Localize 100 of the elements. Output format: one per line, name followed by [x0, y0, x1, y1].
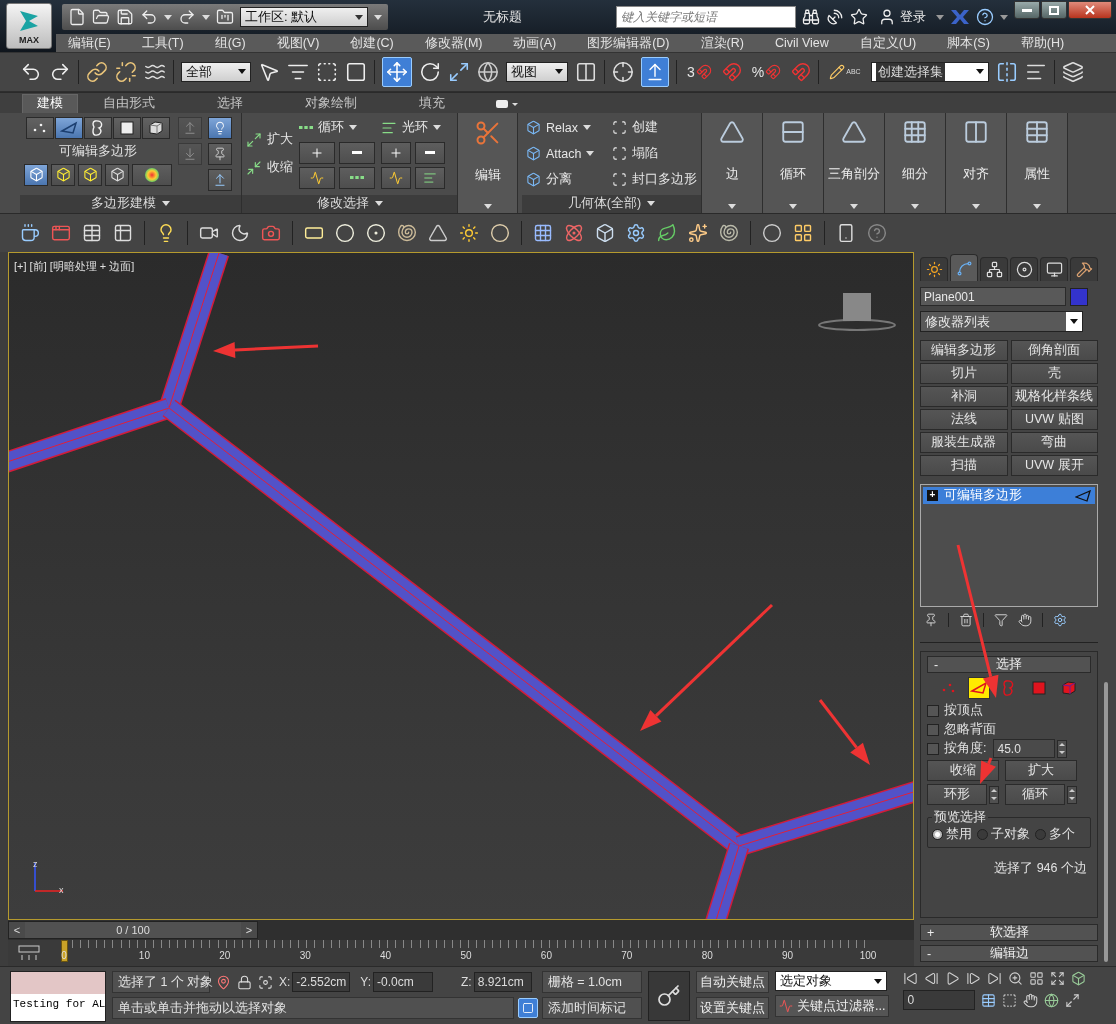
angle-field[interactable]: 45.0	[993, 739, 1056, 759]
menu-item[interactable]: 修改器(M)	[414, 34, 493, 52]
modifier-button[interactable]: 扫描	[920, 455, 1008, 477]
menu-item[interactable]: 编辑(E)	[58, 34, 121, 52]
modifier-stack-item[interactable]: + 可编辑多边形	[923, 487, 1095, 505]
shrink-button[interactable]: 收缩	[246, 156, 293, 179]
set-key-button[interactable]: 设置关键点	[696, 997, 769, 1020]
previous-frame-button[interactable]: <	[9, 922, 25, 939]
menu-item[interactable]: 图形编辑器(D)	[577, 34, 680, 52]
ribbon-large-button[interactable]: 循环	[763, 112, 824, 213]
menu-item[interactable]: 视图(V)	[266, 34, 330, 52]
ribbon-large-button[interactable]: 边	[702, 112, 763, 213]
frame-number: 80	[701, 950, 713, 962]
reference-coordinate-dropdown[interactable]: 视图	[506, 61, 568, 82]
axis-label: Z:	[461, 975, 472, 990]
menu-item[interactable]: 自定义(U)	[849, 34, 927, 52]
ribbon-large-button[interactable]: 细分	[885, 112, 946, 213]
modifier-button[interactable]: 编辑多边形	[920, 340, 1008, 362]
frame-number: 100	[859, 950, 877, 962]
search-field[interactable]: 键入关键字或短语	[616, 6, 796, 28]
rollout-header[interactable]: - 编辑边	[920, 945, 1098, 963]
modifier-button[interactable]: 规格化样条线	[1010, 386, 1098, 408]
expand-toggle[interactable]: +	[927, 490, 938, 502]
checkbox-label: 忽略背面	[944, 721, 996, 739]
group-title: 预览选择	[933, 809, 987, 827]
ring-button[interactable]: 环形	[927, 784, 987, 806]
geometry-command[interactable]: 创建	[612, 116, 697, 139]
geometry-command[interactable]: 封口多边形	[612, 168, 697, 191]
frame-number: 60	[540, 950, 552, 962]
modifier-button[interactable]: 倒角剖面	[1010, 340, 1098, 362]
axis-label: z	[33, 859, 38, 870]
script-listener-output[interactable]: Testing for AL	[11, 994, 105, 1021]
checkbox-label: 按角度:	[944, 740, 987, 758]
menu-item[interactable]: Civil View	[764, 36, 839, 50]
frame-number: 0	[61, 950, 67, 962]
frame-number: 50	[460, 950, 472, 962]
frame-number: 20	[219, 950, 231, 962]
modifier-name: 可编辑多边形	[944, 487, 1023, 505]
modifier-button[interactable]: 切片	[920, 363, 1008, 385]
sign-in-button[interactable]: 登录	[874, 8, 930, 26]
grow-button[interactable]: 扩大	[246, 128, 293, 151]
frame-number: 40	[380, 950, 392, 962]
coordinate-field[interactable]: -2.552cm	[292, 972, 351, 993]
coordinate-field[interactable]: 8.921cm	[473, 972, 532, 993]
checkbox-label: 按顶点	[944, 702, 983, 720]
next-frame-button[interactable]: >	[241, 922, 257, 939]
loop-button[interactable]: 循环	[1005, 784, 1065, 806]
panel-title[interactable]: 多边形建模	[20, 194, 241, 213]
menu-item[interactable]: 组(G)	[204, 34, 256, 52]
app-logo-button[interactable]: MAX	[6, 3, 52, 49]
ribbon-tab[interactable]: 自由形式	[88, 93, 170, 113]
menu-item[interactable]: 动画(A)	[503, 34, 567, 52]
grow-button[interactable]: 扩大	[1005, 760, 1077, 782]
object-name-field[interactable]: Plane001	[920, 287, 1066, 307]
selection-count: 选择了 1 个 对象	[112, 971, 210, 994]
modifier-button[interactable]: 法线	[920, 409, 1008, 431]
modifier-button[interactable]: UVW 贴图	[1010, 409, 1098, 431]
add-time-tag[interactable]: 添加时间标记	[542, 997, 642, 1020]
workspace-dropdown[interactable]: 工作区: 默认	[240, 7, 368, 27]
geometry-command[interactable]: Relax	[526, 116, 608, 139]
rollout-header[interactable]: + 软选择	[920, 924, 1098, 942]
menu-item[interactable]: 创建(C)	[340, 34, 404, 52]
modifier-button[interactable]: 壳	[1010, 363, 1098, 385]
ribbon-tab[interactable]: 建模	[22, 93, 78, 113]
geometry-command[interactable]: Attach	[526, 142, 608, 165]
menu-item[interactable]: 帮助(H)	[1010, 34, 1075, 52]
menu-item[interactable]: 脚本(S)	[937, 34, 1000, 52]
key-filters-button[interactable]: 关键点过滤器...	[775, 995, 890, 1018]
menu-item[interactable]: 工具(T)	[131, 34, 194, 52]
modifier-button[interactable]: 补洞	[920, 386, 1008, 408]
menu-item[interactable]: 渲染(R)	[690, 34, 754, 52]
key-mode-dropdown[interactable]: 选定对象	[775, 971, 887, 992]
panel-title[interactable]: 修改选择	[242, 194, 457, 213]
modifier-button[interactable]: 弯曲	[1010, 432, 1098, 454]
ribbon-tab[interactable]: 对象绘制	[290, 93, 372, 113]
geometry-command[interactable]: 塌陷	[612, 142, 697, 165]
rollout-header[interactable]: - 选择	[927, 656, 1091, 674]
geometry-command[interactable]: 分离	[526, 168, 608, 191]
ribbon-large-button[interactable]: 对齐	[946, 112, 1007, 213]
ring-dropdown[interactable]: 光环	[381, 116, 441, 139]
ribbon-tab[interactable]: 选择	[202, 93, 258, 113]
ribbon-large-button[interactable]: 三角剖分	[824, 112, 885, 213]
auto-key-button[interactable]: 自动关键点	[696, 971, 769, 994]
frame-field[interactable]: 0	[903, 990, 976, 1011]
panel-title[interactable]: 几何体(全部)	[522, 194, 701, 213]
coordinate-field[interactable]: -0.0cm	[373, 972, 434, 993]
selection-filter-dropdown[interactable]: 全部	[181, 61, 251, 82]
viewport[interactable]: [+] [前] [明暗处理 + 边面] z x	[8, 252, 914, 921]
edit-button[interactable]: 编辑	[458, 112, 518, 213]
named-selection-dropdown[interactable]: 创建选择集	[870, 61, 989, 82]
time-slider-thumb[interactable]: < 0 / 100 >	[8, 921, 258, 940]
modifier-button[interactable]: 服装生成器	[920, 432, 1008, 454]
percent-snap-button[interactable]: %	[748, 56, 785, 87]
snap-toggle-button[interactable]: 3	[684, 56, 715, 87]
modifier-list-dropdown[interactable]: 修改器列表	[920, 311, 1083, 333]
modifier-button[interactable]: UVW 展开	[1010, 455, 1098, 477]
ribbon-large-button[interactable]: 属性	[1007, 112, 1068, 213]
loop-dropdown[interactable]: 循环	[299, 116, 357, 139]
ribbon-tab[interactable]: 填充	[404, 93, 460, 113]
viewport-label[interactable]: [+] [前] [明暗处理 + 边面]	[14, 259, 135, 275]
